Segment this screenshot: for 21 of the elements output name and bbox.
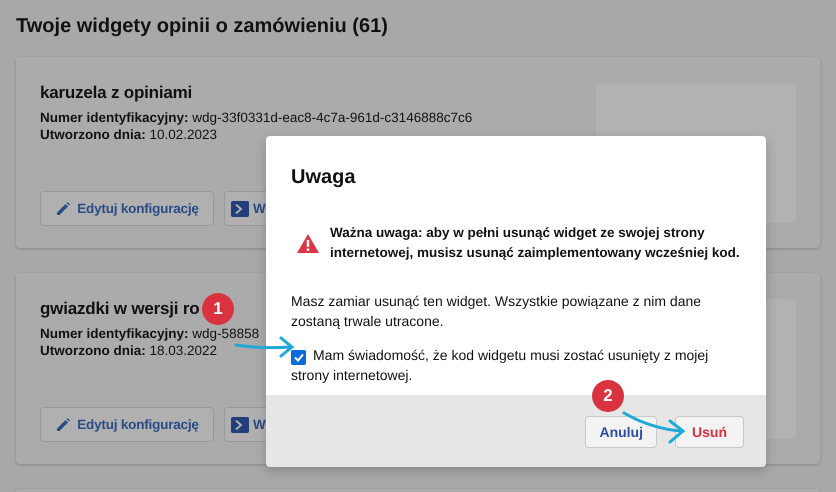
terminal-icon <box>231 200 249 216</box>
edit-button[interactable]: Edytuj konfigurację <box>40 407 214 442</box>
pencil-icon <box>55 416 72 432</box>
widget-created-date: Utworzono dnia: 10.02.2023 <box>40 126 218 143</box>
delete-button[interactable]: Usuń <box>675 416 744 448</box>
check-icon <box>294 353 304 362</box>
warning-icon <box>296 232 320 254</box>
pencil-icon <box>55 200 72 216</box>
widget-name: gwiazdki w wersji ro <box>40 299 200 319</box>
dialog-message: Masz zamiar usunąć ten widget. Wszystkie powiązane z nim dane zostaną trwale utracone. <box>291 292 702 331</box>
checkbox[interactable] <box>291 350 306 365</box>
widget-created-date: Utworzono dnia: 18.03.2022 <box>40 342 218 359</box>
warning-text: Ważna uwaga: aby w pełni usunąć widget ze swojej strony internetowej, musisz usunąć zaimplementowany wcześniej kod. <box>330 224 741 262</box>
dialog-title: Uwaga <box>291 166 357 189</box>
widget-id: Numer identyfikacyjny: wdg-58858 <box>40 325 260 342</box>
page-title: Twoje widgety opinii o zamówieniu (61) <box>16 14 388 39</box>
widget-name: karuzela z opiniami <box>40 83 192 103</box>
cancel-button[interactable]: Anuluj <box>585 416 657 448</box>
edit-button[interactable]: Edytuj konfigurację <box>40 191 214 226</box>
widget-id: Numer identyfikacyjny: wdg-33f0331d-eac8-4c7a-961d-c3146888c7c6 <box>40 109 472 126</box>
terminal-icon <box>231 416 249 432</box>
